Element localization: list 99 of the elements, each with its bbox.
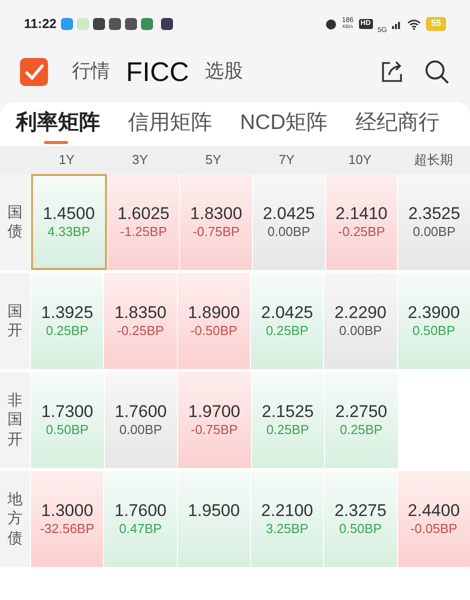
app-icon <box>160 18 173 30</box>
wifi-icon <box>406 18 421 30</box>
column-header: 超长期 <box>412 151 454 170</box>
yield-value: 2.4400 <box>408 501 460 521</box>
yield-value: 2.1410 <box>336 204 388 224</box>
app-icon <box>108 18 121 30</box>
bp-change: 0.00BP <box>412 224 456 240</box>
app-icon <box>76 18 89 30</box>
search-icon[interactable] <box>424 59 450 85</box>
signal-icon <box>392 20 402 28</box>
rate-cell[interactable]: 2.2750 0.25BP <box>325 372 398 468</box>
bp-change: 0.00BP <box>339 323 382 339</box>
bp-change: 0.47BP <box>119 521 162 537</box>
bp-change: 0.50BP <box>46 422 89 438</box>
yield-value: 2.2100 <box>261 501 314 521</box>
app-icon <box>60 18 73 30</box>
matrix-tab[interactable]: 经纪商行 <box>356 106 440 144</box>
row-label: 国开 <box>8 302 22 340</box>
nav-tab[interactable]: 选股 <box>205 58 243 86</box>
rate-cell[interactable]: 2.3900 0.50BP <box>398 273 470 369</box>
rate-cell[interactable]: 2.2100 3.25BP <box>250 471 324 567</box>
bp-change: 0.00BP <box>119 422 162 438</box>
yield-value: 2.3525 <box>408 204 460 224</box>
yield-value: 2.3275 <box>334 501 386 521</box>
yield-value: 1.3000 <box>41 501 94 521</box>
yield-value: 2.0425 <box>262 204 315 224</box>
bp-change: 0.25BP <box>340 422 383 438</box>
rate-cell[interactable]: 1.3925 0.25BP <box>31 273 104 369</box>
bp-change: -0.05BP <box>410 521 458 537</box>
rate-cell[interactable]: 1.6025 -1.25BP <box>108 174 180 270</box>
rate-cell[interactable]: 1.3000 -32.56BP <box>31 471 104 567</box>
yield-value: 1.7600 <box>114 402 167 422</box>
column-header: 7Y <box>278 151 296 170</box>
checkmark-logo <box>20 58 48 86</box>
matrix-tab[interactable]: 信用矩阵 <box>128 106 212 144</box>
bp-change: -0.25BP <box>338 224 386 240</box>
rate-cell[interactable]: 1.7600 0.00BP <box>104 372 177 468</box>
matrix-tab[interactable]: NCD矩阵 <box>240 106 328 144</box>
nav-tab[interactable]: 行情 <box>72 58 110 86</box>
rate-cell[interactable]: 2.3525 0.00BP <box>398 174 470 270</box>
yield-value: 1.9700 <box>188 402 240 422</box>
column-header: 1Y <box>58 151 76 170</box>
matrix-tab[interactable]: 利率矩阵 <box>16 106 100 144</box>
yield-value: 1.4500 <box>42 204 95 224</box>
rate-cell[interactable]: 2.0425 0.25BP <box>250 273 324 369</box>
row-label: 国债 <box>8 202 22 242</box>
rate-cell[interactable]: 1.8300 -0.75BP <box>180 174 252 270</box>
yield-value: 2.2290 <box>334 303 386 323</box>
yield-value: 1.8350 <box>114 303 166 323</box>
yield-value: 2.3900 <box>408 303 460 323</box>
rate-cell[interactable]: 1.7300 0.50BP <box>31 372 104 468</box>
rate-cell[interactable]: 2.3275 0.50BP <box>324 471 397 567</box>
battery-level: 55 <box>426 17 446 31</box>
bp-change: 0.25BP <box>266 422 310 438</box>
bp-change: 0.50BP <box>412 323 456 339</box>
rate-cell[interactable]: 2.0425 0.00BP <box>253 174 325 270</box>
rate-cell[interactable]: 2.1525 0.25BP <box>252 372 324 468</box>
rate-cell[interactable]: 2.4400 -0.05BP <box>398 471 470 567</box>
bp-change: 0.25BP <box>46 323 88 339</box>
column-header: 3Y <box>131 151 149 170</box>
bp-change: 0.00BP <box>268 224 310 240</box>
bp-change: 4.33BP <box>48 224 90 240</box>
bp-change: -0.75BP <box>192 224 240 240</box>
rate-cell[interactable]: 1.4500 4.33BP <box>31 174 107 270</box>
yield-value: 2.2750 <box>335 402 388 422</box>
bp-change: -1.25BP <box>120 224 167 240</box>
rate-cell[interactable]: 1.7600 0.47BP <box>104 471 177 567</box>
bp-change: 0.25BP <box>266 323 308 339</box>
app-icon <box>124 18 137 30</box>
rate-cell[interactable]: 1.8900 -0.50BP <box>178 273 250 369</box>
column-header: 10Y <box>347 151 373 170</box>
rate-cell[interactable]: 1.9500 <box>178 471 250 567</box>
yield-value: 1.8300 <box>190 204 242 224</box>
status-time: 11:22 <box>24 15 57 34</box>
bp-change: -0.25BP <box>117 323 164 339</box>
column-header: 5Y <box>204 151 222 170</box>
yield-value: 1.9500 <box>188 501 240 521</box>
rate-cell[interactable]: 2.1410 -0.25BP <box>326 174 398 270</box>
bp-change: -0.50BP <box>190 323 238 339</box>
bp-change: -0.75BP <box>190 422 238 438</box>
yield-value: 2.0425 <box>261 303 314 323</box>
nav-tab[interactable]: FICC <box>126 52 189 92</box>
app-icon <box>92 18 105 30</box>
yield-value: 1.3925 <box>41 303 94 323</box>
share-icon[interactable] <box>380 60 404 84</box>
bp-change: -32.56BP <box>40 521 94 537</box>
yield-value: 1.7600 <box>114 501 166 521</box>
row-label: 非国开 <box>8 390 22 450</box>
rate-cell[interactable]: 2.2290 0.00BP <box>324 273 397 369</box>
rate-cell[interactable]: 1.8350 -0.25BP <box>104 273 177 369</box>
bp-change: 3.25BP <box>266 521 308 537</box>
rate-cell[interactable]: 1.9700 -0.75BP <box>178 372 250 468</box>
yield-value: 1.8900 <box>188 303 240 323</box>
row-label: 地方债 <box>8 490 22 548</box>
yield-value: 2.1525 <box>262 402 314 422</box>
yield-value: 1.6025 <box>118 204 170 224</box>
yield-value: 1.7300 <box>41 402 94 422</box>
bp-change: 0.50BP <box>339 521 382 537</box>
app-icon <box>140 18 153 30</box>
